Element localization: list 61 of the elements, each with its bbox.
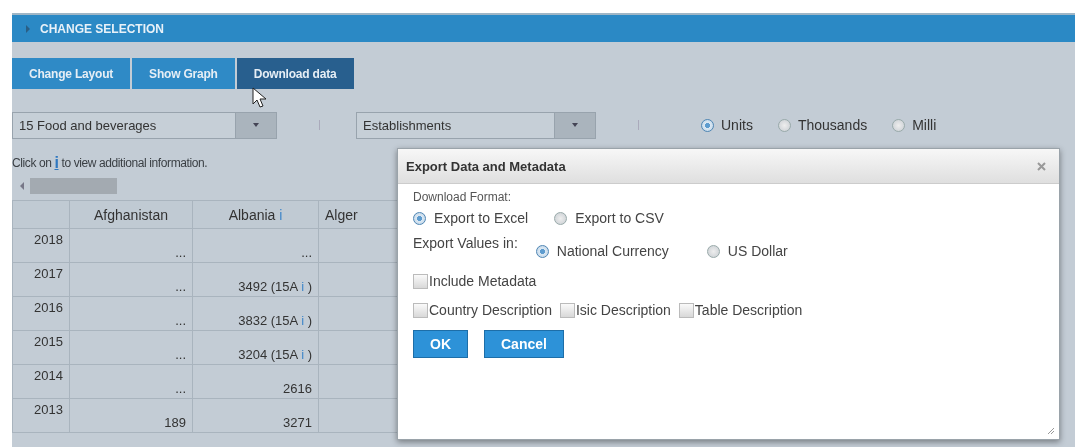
dropdown[interactable]: 15 Food and beverages — [12, 111, 277, 139]
year-cell: 2013 — [12, 398, 70, 433]
checkbox[interactable] — [413, 273, 428, 289]
scroll-left-icon[interactable] — [20, 182, 24, 190]
collapse-arrow-icon[interactable] — [26, 24, 30, 33]
column-header: Albania i — [192, 200, 319, 229]
radio-button[interactable] — [701, 118, 714, 132]
checkbox[interactable] — [559, 302, 575, 318]
year-cell: 2015 — [12, 330, 70, 365]
checkbox-label: Isic Description — [575, 302, 671, 318]
table-cell: ... — [69, 364, 193, 399]
checkbox-label: Include Metadata — [429, 273, 537, 289]
table-cell: 3832 (15A i ) — [192, 296, 319, 331]
checkbox[interactable] — [413, 302, 428, 318]
dialog-button[interactable]: OK — [413, 330, 468, 358]
close-icon[interactable] — [1037, 161, 1046, 171]
checkbox[interactable] — [678, 302, 694, 318]
table-cell: 3492 (15A i ) — [192, 262, 319, 297]
checkbox-label: Table Description — [694, 302, 803, 318]
radio-button[interactable] — [706, 244, 720, 258]
toolbar-button[interactable]: Download data — [236, 58, 354, 89]
year-cell: 2016 — [12, 296, 70, 331]
toolbar-button[interactable]: Change Layout — [12, 58, 131, 89]
mouse-pointer-icon — [252, 87, 268, 109]
field-label: Export Values in: — [413, 235, 518, 251]
radio-label: Export to Excel — [434, 210, 529, 226]
info-text: Click on i to view additional information. — [12, 153, 208, 173]
radio-button[interactable] — [413, 211, 426, 225]
year-cell: 2018 — [12, 228, 70, 263]
dropdown-caret-icon[interactable] — [235, 112, 276, 138]
radio-label: National Currency — [556, 243, 669, 259]
radio-button[interactable] — [554, 211, 568, 225]
table-cell: 3204 (15A i ) — [192, 330, 319, 365]
radio-label: Export to CSV — [575, 210, 664, 226]
table-cell: 189 — [69, 398, 193, 433]
table-cell: ... — [192, 228, 319, 263]
dropdown-caret-icon[interactable] — [554, 112, 595, 138]
radio-label: Thousands — [797, 117, 868, 133]
table-cell: ... — [69, 262, 193, 297]
resize-grip-icon[interactable] — [1047, 427, 1055, 435]
radio-label: Milli — [912, 117, 937, 133]
year-cell: 2014 — [12, 364, 70, 399]
radio-button[interactable] — [777, 118, 791, 132]
toolbar-button[interactable]: Show Graph — [132, 58, 235, 89]
year-cell: 2017 — [12, 262, 70, 297]
table-cell: 3271 — [192, 398, 319, 433]
radio-button[interactable] — [892, 118, 906, 132]
column-header: Afghanistan — [69, 200, 193, 229]
radio-label: Units — [721, 117, 753, 133]
table-cell: ... — [69, 228, 193, 263]
table-cell: 2616 — [192, 364, 319, 399]
radio-label: US Dollar — [727, 243, 788, 259]
radio-button[interactable] — [535, 244, 549, 258]
dialog-button[interactable]: Cancel — [484, 330, 564, 358]
checkbox-label: Country Description — [429, 302, 552, 318]
dropdown[interactable]: Establishments — [356, 111, 596, 139]
table-cell: ... — [69, 296, 193, 331]
table-cell: ... — [69, 330, 193, 365]
scrollbar-thumb[interactable] — [30, 178, 117, 194]
section-title: CHANGE SELECTION — [40, 21, 164, 36]
dialog-title: Export Data and Metadata — [406, 158, 566, 174]
